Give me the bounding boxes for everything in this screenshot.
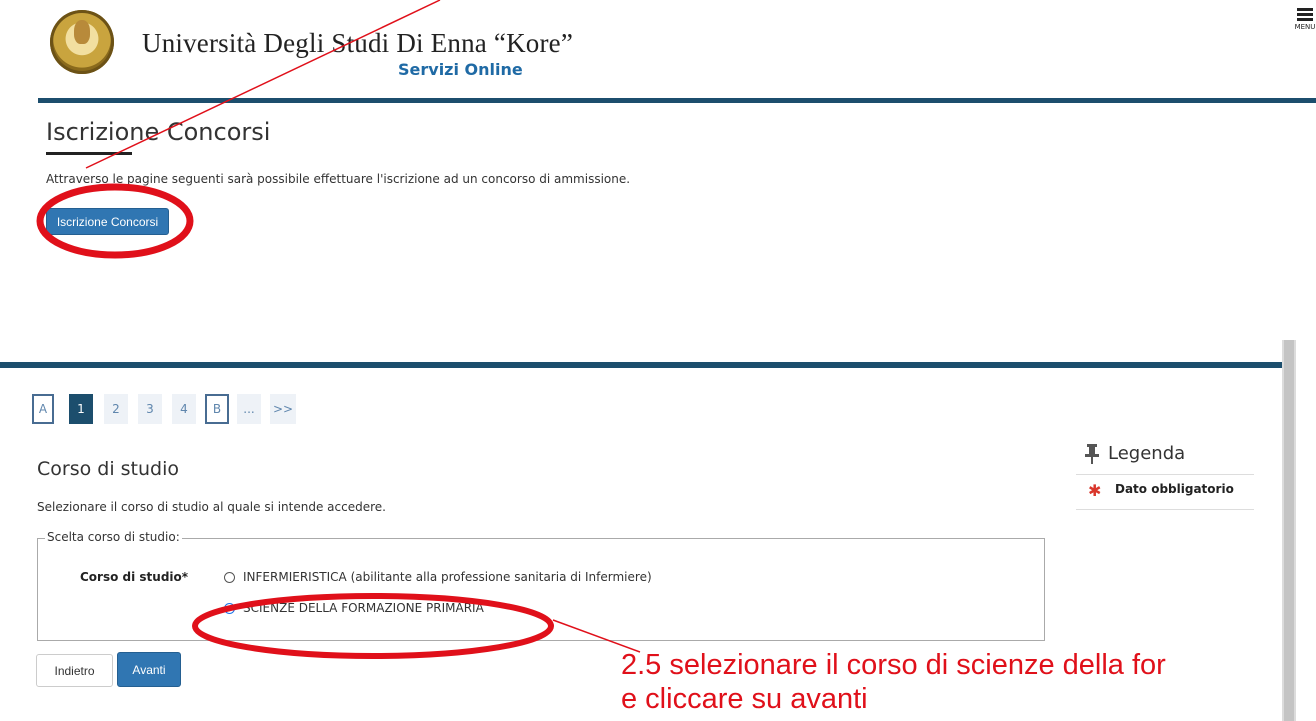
option-scienze-formazione-label[interactable]: SCIENZE DELLA FORMAZIONE PRIMARIA [243,601,484,615]
title-underline [46,152,132,155]
pushpin-icon [1085,444,1099,464]
step-1[interactable]: 1 [69,394,93,424]
header-divider [38,98,1316,103]
form-title: Corso di studio [37,458,179,480]
back-button[interactable]: Indietro [36,654,113,687]
option-infermieristica-label[interactable]: INFERMIERISTICA (abilitante alla profess… [243,570,652,584]
step-ellipsis[interactable]: ... [237,394,261,424]
legend-divider-bottom [1076,509,1254,510]
course-field-label: Corso di studio* [80,570,189,584]
annotation-text: 2.5 selezionare il corso di scienze dell… [621,648,1166,716]
step-3[interactable]: 3 [138,394,162,424]
step-2[interactable]: 2 [104,394,128,424]
intro-text: Attraverso le pagine seguenti sarà possi… [46,172,631,186]
form-description: Selezionare il corso di studio al quale … [37,500,386,514]
annotation-line-1: 2.5 selezionare il corso di scienze dell… [621,649,1166,681]
logo-figure [74,20,90,44]
iscrizione-concorsi-button[interactable]: Iscrizione Concorsi [46,208,169,235]
site-subtitle: Servizi Online [398,60,523,79]
radio-infermieristica[interactable] [224,572,235,583]
page-title: Iscrizione Concorsi [46,118,271,146]
annotation-line-2: e cliccare su avanti [621,683,868,715]
required-star-icon: ✱ [1088,481,1102,500]
radio-scienze-formazione[interactable] [224,603,235,614]
scrollbar-thumb[interactable] [1284,340,1294,721]
legend-title: Legenda [1108,443,1186,464]
section-divider [0,362,1282,368]
step-a[interactable]: A [32,394,54,424]
fieldset-legend: Scelta corso di studio: [45,530,182,544]
step-next[interactable]: >> [270,394,296,424]
hamburger-icon [1294,8,1316,21]
next-button[interactable]: Avanti [117,652,181,687]
university-name: Università Degli Studi Di Enna “Kore” [142,28,574,58]
menu-label: MENU [1294,23,1316,31]
step-b[interactable]: B [205,394,229,424]
course-fieldset [37,538,1045,641]
menu-button[interactable]: MENU [1294,6,1316,42]
step-4[interactable]: 4 [172,394,196,424]
legend-required-item: Dato obbligatorio [1115,482,1234,496]
legend-divider-top [1076,474,1254,475]
